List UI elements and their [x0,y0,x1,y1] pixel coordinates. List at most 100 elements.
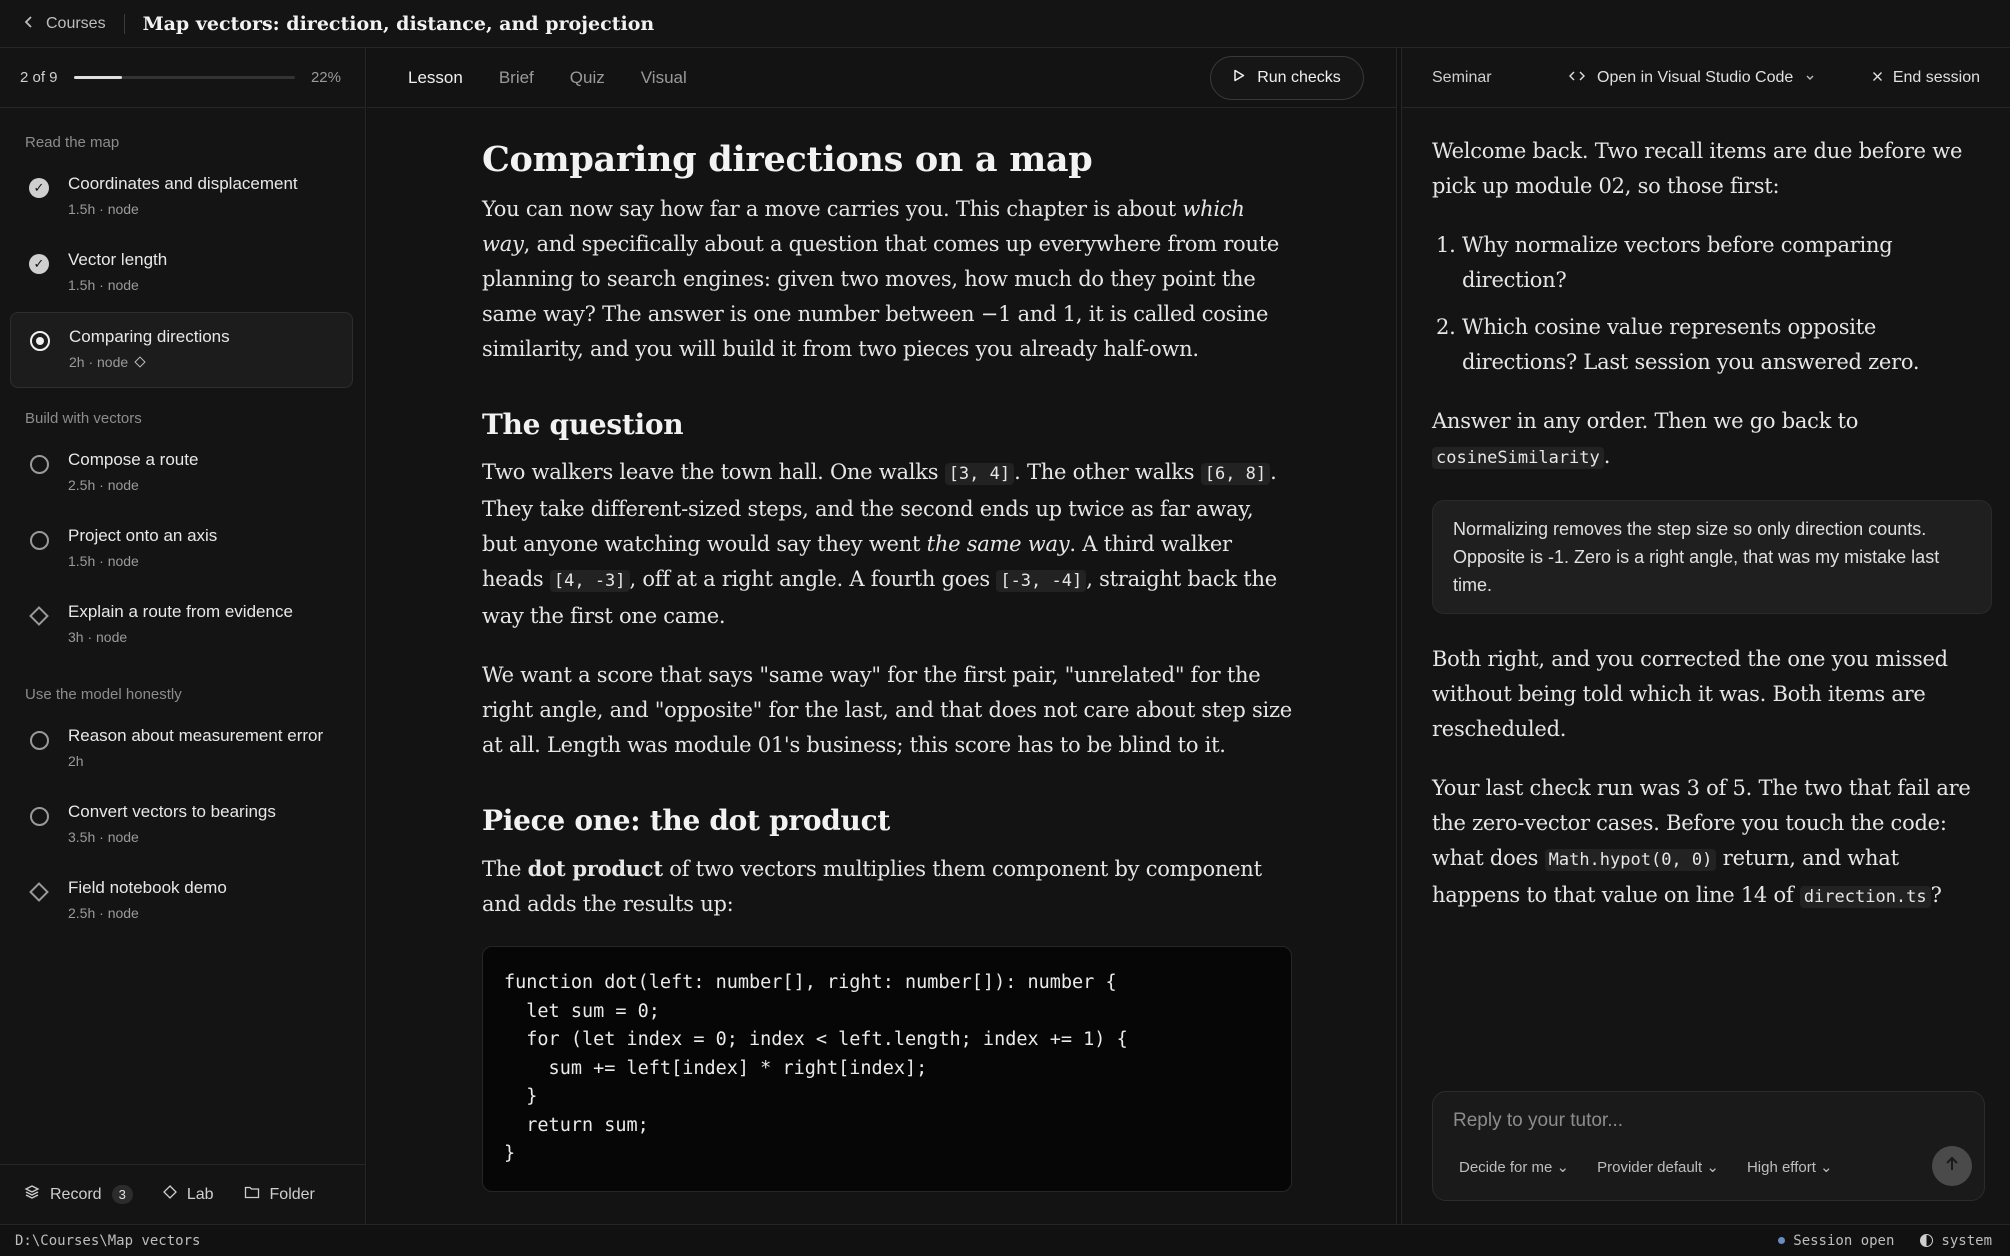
sidebar-item-lesson[interactable]: Project onto an axis 1.5h · node [10,512,353,588]
record-label: Record [50,1185,102,1203]
reply-composer: Decide for me ⌄ Provider default ⌄ High … [1432,1091,1985,1201]
open-in-vscode-button[interactable]: Open in Visual Studio Code [1569,69,1815,87]
course-progress: 2 of 9 22% [0,48,365,108]
lesson-meta-text: 2.5h · node [68,905,139,921]
lesson-title: Coordinates and displacement [68,174,298,193]
play-icon [1233,69,1245,87]
lab-label: Lab [186,1185,214,1203]
session-status: Session open [1778,1233,1894,1249]
diamond-shape [29,606,49,626]
seminar-header: Seminar Open in Visual Studio Code End s… [1402,48,2010,108]
progress-percent: 22% [310,69,341,86]
run-checks-button[interactable]: Run checks [1210,56,1364,100]
lesson-meta-text: 1.5h · node [68,201,139,217]
section-items: Reason about measurement error 2h Convert … [0,712,365,940]
intro-paragraph: You can now say how far a move carries y… [482,192,1292,367]
lesson-text: Comparing directions 2h · node [69,326,230,387]
diamond-icon [28,881,50,903]
recall-item: Which cosine value represents opposite d… [1462,310,1992,380]
circle-shape [29,806,49,826]
lesson-text: Reason about measurement error 2h [68,725,323,788]
record-button[interactable]: Record 3 [24,1184,133,1205]
course-title: Map vectors: direction, distance, and pr… [142,12,655,35]
tab-visual[interactable]: Visual [641,68,687,88]
section-heading-dot-product: Piece one: the dot product [482,804,890,837]
lesson-text: Compose a route 2.5h · node [68,449,198,512]
sidebar-item-lesson[interactable]: Comparing directions 2h · node [10,312,353,388]
lesson-meta: 2.5h · node [68,905,227,921]
diamond-icon [28,605,50,627]
sidebar-item-lesson[interactable]: ✓ Vector length 1.5h · node [10,236,353,312]
current-dot-icon [29,330,51,352]
diamond-icon [162,1185,177,1204]
sidebar-item-lesson[interactable]: Field notebook demo 2.5h · node [10,864,353,940]
text: The [482,857,528,881]
provider-select[interactable]: Provider default ⌄ [1597,1158,1719,1176]
folder-button[interactable]: Folder [244,1185,315,1204]
lesson-heading: Comparing directions on a map [482,139,1093,180]
check-mark: ✓ [29,178,49,198]
inline-code: direction.ts [1799,886,1931,908]
theme-label: system [1941,1232,1992,1249]
lesson-title: Reason about measurement error [68,726,324,745]
send-button[interactable] [1932,1146,1972,1186]
lesson-pane: Lesson Brief Quiz Visual Run checks Comp… [367,48,1397,1224]
text: You can now say how far a move carries y… [482,197,1183,221]
effort-select[interactable]: High effort ⌄ [1747,1158,1833,1176]
text: , and specifically about a question that… [482,232,1280,361]
lesson-text: Vector length 1.5h · node [68,249,167,312]
end-session-button[interactable]: End session [1872,69,1980,87]
composer-options: Decide for me ⌄ Provider default ⌄ High … [1459,1158,1833,1176]
lesson-title: Comparing directions [69,327,230,346]
divider [123,13,125,34]
lesson-article: Comparing directions on a map You can no… [482,138,1292,1192]
lesson-section: Use the model honestly Reason about measu… [0,682,365,940]
reply-input[interactable] [1453,1106,1953,1136]
lesson-meta-text: 2.5h · node [68,477,139,493]
tab-quiz[interactable]: Quiz [570,68,605,88]
theme-toggle[interactable]: system [1920,1233,1992,1249]
lesson-text: Project onto an axis 1.5h · node [68,525,217,588]
check-circle-icon: ✓ [28,177,50,199]
tab-lesson[interactable]: Lesson [408,68,463,88]
empty-circle-icon [28,453,50,475]
sidebar-item-lesson[interactable]: Compose a route 2.5h · node [10,436,353,512]
emphasis: the same way [926,532,1070,556]
lesson-meta-text: 1.5h · node [68,553,139,569]
sidebar-item-lesson[interactable]: ✓ Coordinates and displacement 1.5h · node [10,160,353,236]
chevron-left-icon [24,13,34,34]
open-vscode-label: Open in Visual Studio Code [1597,68,1794,86]
sidebar-item-lesson[interactable]: Convert vectors to bearings 3.5h · node [10,788,353,864]
session-label: Session open [1793,1232,1895,1249]
progress-bar-fill [73,76,123,79]
option-label: Decide for me [1459,1159,1553,1176]
tutor-message: Answer in any order. Then we go back to … [1432,404,1992,476]
progress-label: 2 of 9 [20,69,58,86]
layers-icon [24,1184,40,1205]
lesson-meta: 2.5h · node [68,477,198,493]
lab-button[interactable]: Lab [162,1185,214,1204]
lesson-text: Field notebook demo 2.5h · node [68,877,227,940]
text: , off at a right angle. A fourth goes [629,567,997,591]
sidebar-footer: Record 3 Lab Folder [0,1164,365,1224]
student-message: Normalizing removes the step size so onl… [1432,500,1992,614]
diamond-icon [134,356,146,368]
lesson-title: Compose a route [68,450,199,469]
inline-code: [3, 4] [944,463,1015,485]
empty-circle-icon [28,729,50,751]
circle-shape [29,530,49,550]
sidebar-item-lesson[interactable]: Reason about measurement error 2h [10,712,353,788]
sidebar-item-lesson[interactable]: Explain a route from evidence 3h · node [10,588,353,664]
back-to-courses-button[interactable]: Courses [24,13,106,34]
decide-mode-select[interactable]: Decide for me ⌄ [1459,1158,1569,1176]
lesson-meta-text: 3.5h · node [68,829,139,845]
inline-code: [-3, -4] [996,570,1087,592]
course-sidebar: 2 of 9 22% Read the map ✓ Coordinates and … [0,48,366,1224]
chevron-down-icon[interactable] [1805,69,1815,87]
code-block: function dot(left: number[], right: numb… [482,946,1292,1192]
top-bar: Courses Map vectors: direction, distance… [0,0,2010,48]
lesson-meta-text: 3h · node [68,629,128,645]
section-label: Build with vectors [25,409,142,427]
lesson-tabs: Lesson Brief Quiz Visual Run checks [367,48,1396,108]
tab-brief[interactable]: Brief [499,68,534,88]
